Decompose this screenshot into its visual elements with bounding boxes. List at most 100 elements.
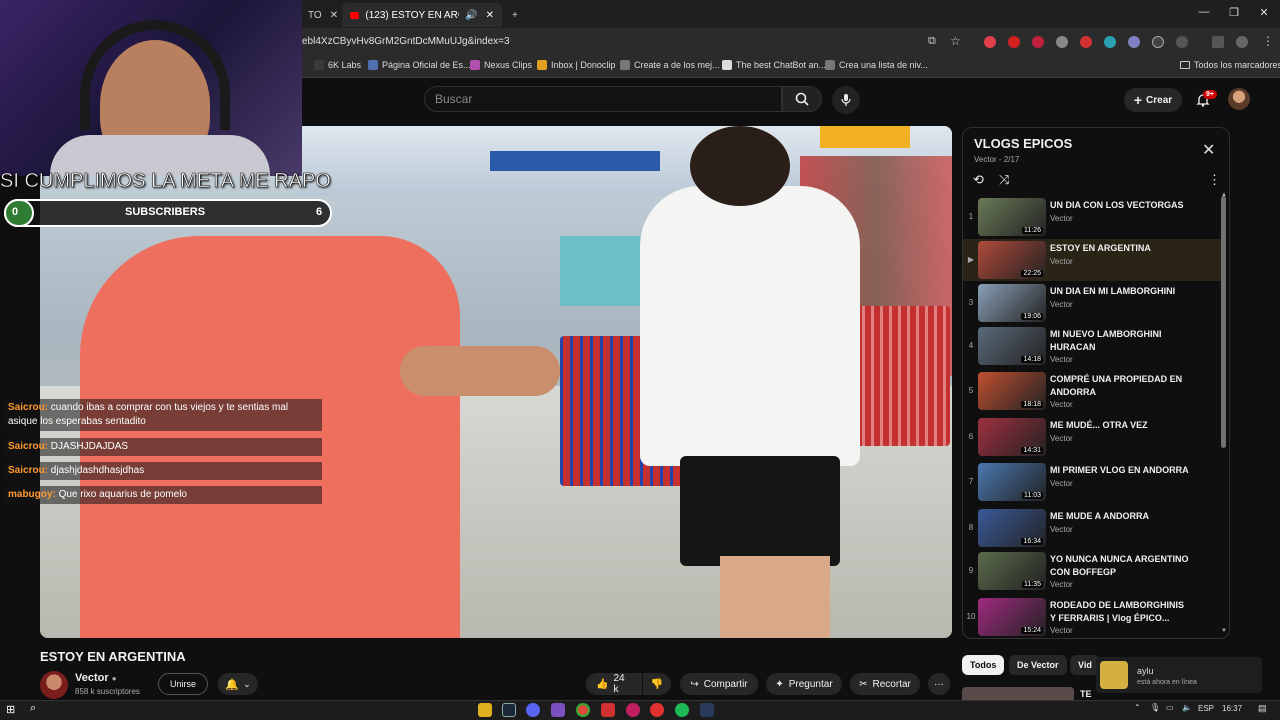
spotify-icon[interactable] xyxy=(675,703,689,717)
network-icon[interactable]: ▭ xyxy=(1166,703,1174,712)
bookmark[interactable]: 6K Labs xyxy=(314,60,361,70)
bookmark[interactable]: Nexus Clips xyxy=(470,60,532,70)
close-icon[interactable]: ✕ xyxy=(330,10,338,21)
next-video-thumbnail[interactable] xyxy=(962,687,1074,700)
playlist-item[interactable]: 6 14:31 ME MUDÉ... OTRA VEZ Vector xyxy=(963,416,1221,458)
steam-icon[interactable] xyxy=(502,703,516,717)
new-tab-button[interactable]: + xyxy=(504,3,526,27)
bookmark[interactable]: Inbox | Donoclip xyxy=(537,60,615,70)
chip-channel[interactable]: De Vector xyxy=(1009,655,1067,675)
notification-center-icon[interactable]: ▤ xyxy=(1258,703,1267,714)
more-actions-button[interactable]: ··· xyxy=(928,673,950,695)
playlist-item-title[interactable]: UN DIA EN MI LAMBORGHINI xyxy=(1050,285,1190,298)
loop-icon[interactable]: ⟲ xyxy=(973,172,984,188)
scroll-down-icon[interactable]: ▼ xyxy=(1221,628,1227,634)
audio-icon[interactable]: 🔊 xyxy=(465,10,477,21)
clock[interactable]: 16:37 xyxy=(1222,704,1242,713)
close-window-icon[interactable]: ✕ xyxy=(1254,6,1274,19)
account-avatar[interactable] xyxy=(1228,88,1250,110)
ask-button[interactable]: ✦ Preguntar xyxy=(766,673,842,695)
chip-all[interactable]: Todos xyxy=(962,655,1005,675)
voice-search-button[interactable] xyxy=(832,86,860,114)
playlist-item[interactable]: ▶ 22:25 ESTOY EN ARGENTINA Vector xyxy=(963,239,1221,281)
extension-icon[interactable] xyxy=(1152,36,1164,48)
playlist-thumbnail[interactable]: 16:34 xyxy=(978,509,1046,547)
playlist-thumbnail[interactable]: 11:35 xyxy=(978,552,1046,590)
playlist-thumbnail[interactable]: 18:18 xyxy=(978,372,1046,410)
playlist-item-title[interactable]: UN DIA CON LOS VECTORGAS xyxy=(1050,199,1190,212)
playlist-menu-icon[interactable]: ⋮ xyxy=(1208,172,1221,188)
playlist-item-title[interactable]: ME MUDÉ... OTRA VEZ xyxy=(1050,419,1190,432)
playlist-item[interactable]: 9 11:35 YO NUNCA NUNCA ARGENTINO CON BOFFE… xyxy=(963,550,1221,592)
media-icon[interactable] xyxy=(1212,36,1224,48)
extension-icon[interactable] xyxy=(1104,36,1116,48)
volume-icon[interactable]: 🔈 xyxy=(1182,703,1192,712)
scroll-up-icon[interactable]: ▲ xyxy=(1221,192,1227,198)
playlist-thumbnail[interactable]: 14:31 xyxy=(978,418,1046,456)
minimize-icon[interactable]: — xyxy=(1194,6,1214,18)
url-field[interactable]: ebl4XzCByvHv8GrM2GntDcMMuUJg&index=3 xyxy=(302,36,510,47)
playlist-item-title[interactable]: MI PRIMER VLOG EN ANDORRA xyxy=(1050,464,1190,477)
playlist-item-title[interactable]: YO NUNCA NUNCA ARGENTINO CON BOFFEGP xyxy=(1050,553,1190,579)
playlist-item-title[interactable]: ME MUDE A ANDORRA xyxy=(1050,510,1190,523)
playlist-thumbnail[interactable]: 14:18 xyxy=(978,327,1046,365)
shuffle-icon[interactable]: ⤨ xyxy=(999,172,1009,188)
bookmark[interactable]: Create a de los mej... xyxy=(620,60,720,70)
all-bookmarks[interactable]: Todos los marcadores xyxy=(1180,60,1280,70)
playlist-item[interactable]: 8 16:34 ME MUDE A ANDORRA Vector xyxy=(963,507,1221,549)
scrollbar-thumb[interactable] xyxy=(1221,196,1226,448)
extension-icon[interactable] xyxy=(1032,36,1044,48)
bookmark[interactable]: Crea una lista de niv... xyxy=(825,60,928,70)
playlist-item[interactable]: 10 15:24 RODEADO DE LAMBORGHINIS Y FERRARI… xyxy=(963,596,1221,638)
clip-button[interactable]: ✂ Recortar xyxy=(850,673,920,695)
channel-name[interactable]: Vector ● xyxy=(75,672,117,684)
search-icon[interactable]: ⌕ xyxy=(30,702,36,715)
tab-prev[interactable]: TO ✕ xyxy=(300,3,340,27)
playlist-thumbnail[interactable]: 11:03 xyxy=(978,463,1046,501)
chrome-icon[interactable] xyxy=(576,703,590,717)
extension-icon[interactable] xyxy=(1080,36,1092,48)
playlist-item[interactable]: 1 11:26 UN DIA CON LOS VECTORGAS Vector xyxy=(963,196,1221,238)
maximize-icon[interactable]: ❐ xyxy=(1224,6,1244,19)
playlist-item-title[interactable]: COMPRÉ UNA PROPIEDAD EN ANDORRA xyxy=(1050,373,1190,399)
playlist-item-title[interactable]: ESTOY EN ARGENTINA xyxy=(1050,242,1190,255)
join-button[interactable]: Unirse xyxy=(158,673,208,695)
install-icon[interactable]: ⧉ xyxy=(928,35,936,48)
playlist-item-title[interactable]: MI NUEVO LAMBORGHINI HURACAN xyxy=(1050,328,1190,354)
subscription-bell-button[interactable]: 🔔 ⌄ xyxy=(218,673,258,695)
input-language[interactable]: ESP xyxy=(1198,704,1214,713)
puzzle-icon[interactable] xyxy=(1176,36,1188,48)
profile-icon[interactable] xyxy=(1236,36,1248,48)
extension-icon[interactable] xyxy=(984,36,996,48)
playlist-title[interactable]: VLOGS EPICOS xyxy=(974,136,1072,151)
tab-active[interactable]: (123) ESTOY EN ARGENTINA 🔊 ✕ xyxy=(342,3,502,27)
app-icon[interactable] xyxy=(601,703,615,717)
share-button[interactable]: ↪ Compartir xyxy=(680,673,758,695)
extension-icon[interactable] xyxy=(1008,36,1020,48)
playlist-item[interactable]: 5 18:18 COMPRÉ UNA PROPIEDAD EN ANDORRA Vec… xyxy=(963,370,1221,412)
playlist-thumbnail[interactable]: 19:06 xyxy=(978,284,1046,322)
steam-icon[interactable] xyxy=(700,703,714,717)
menu-icon[interactable]: ⋮ xyxy=(1262,34,1274,48)
discord-icon[interactable] xyxy=(526,703,540,717)
app-icon[interactable] xyxy=(650,703,664,717)
file-explorer-icon[interactable] xyxy=(478,703,492,717)
next-video-title[interactable]: TE xyxy=(1080,689,1092,699)
close-icon[interactable]: ✕ xyxy=(1202,140,1215,160)
search-input[interactable]: Buscar xyxy=(424,86,782,112)
playlist-thumbnail[interactable]: 22:25 xyxy=(978,241,1046,279)
playlist-thumbnail[interactable]: 11:26 xyxy=(978,198,1046,236)
extension-icon[interactable] xyxy=(1128,36,1140,48)
create-button[interactable]: + Crear xyxy=(1124,88,1182,112)
playlist-thumbnail[interactable]: 15:24 xyxy=(978,598,1046,636)
app-icon[interactable] xyxy=(551,703,565,717)
like-button[interactable]: 👍 24 k xyxy=(586,673,642,695)
bookmark[interactable]: Página Oficial de Es... xyxy=(368,60,471,70)
playlist-item[interactable]: 7 11:03 MI PRIMER VLOG EN ANDORRA Vector xyxy=(963,461,1221,503)
close-icon[interactable]: ✕ xyxy=(486,10,494,21)
playlist-item-title[interactable]: RODEADO DE LAMBORGHINIS Y FERRARIS | Vlo… xyxy=(1050,599,1190,625)
tray-expand-icon[interactable]: ⌃ xyxy=(1134,703,1141,712)
star-icon[interactable]: ☆ xyxy=(950,34,961,48)
dislike-button[interactable]: 👎 xyxy=(643,673,671,695)
playlist-channel[interactable]: Vector xyxy=(974,155,997,164)
